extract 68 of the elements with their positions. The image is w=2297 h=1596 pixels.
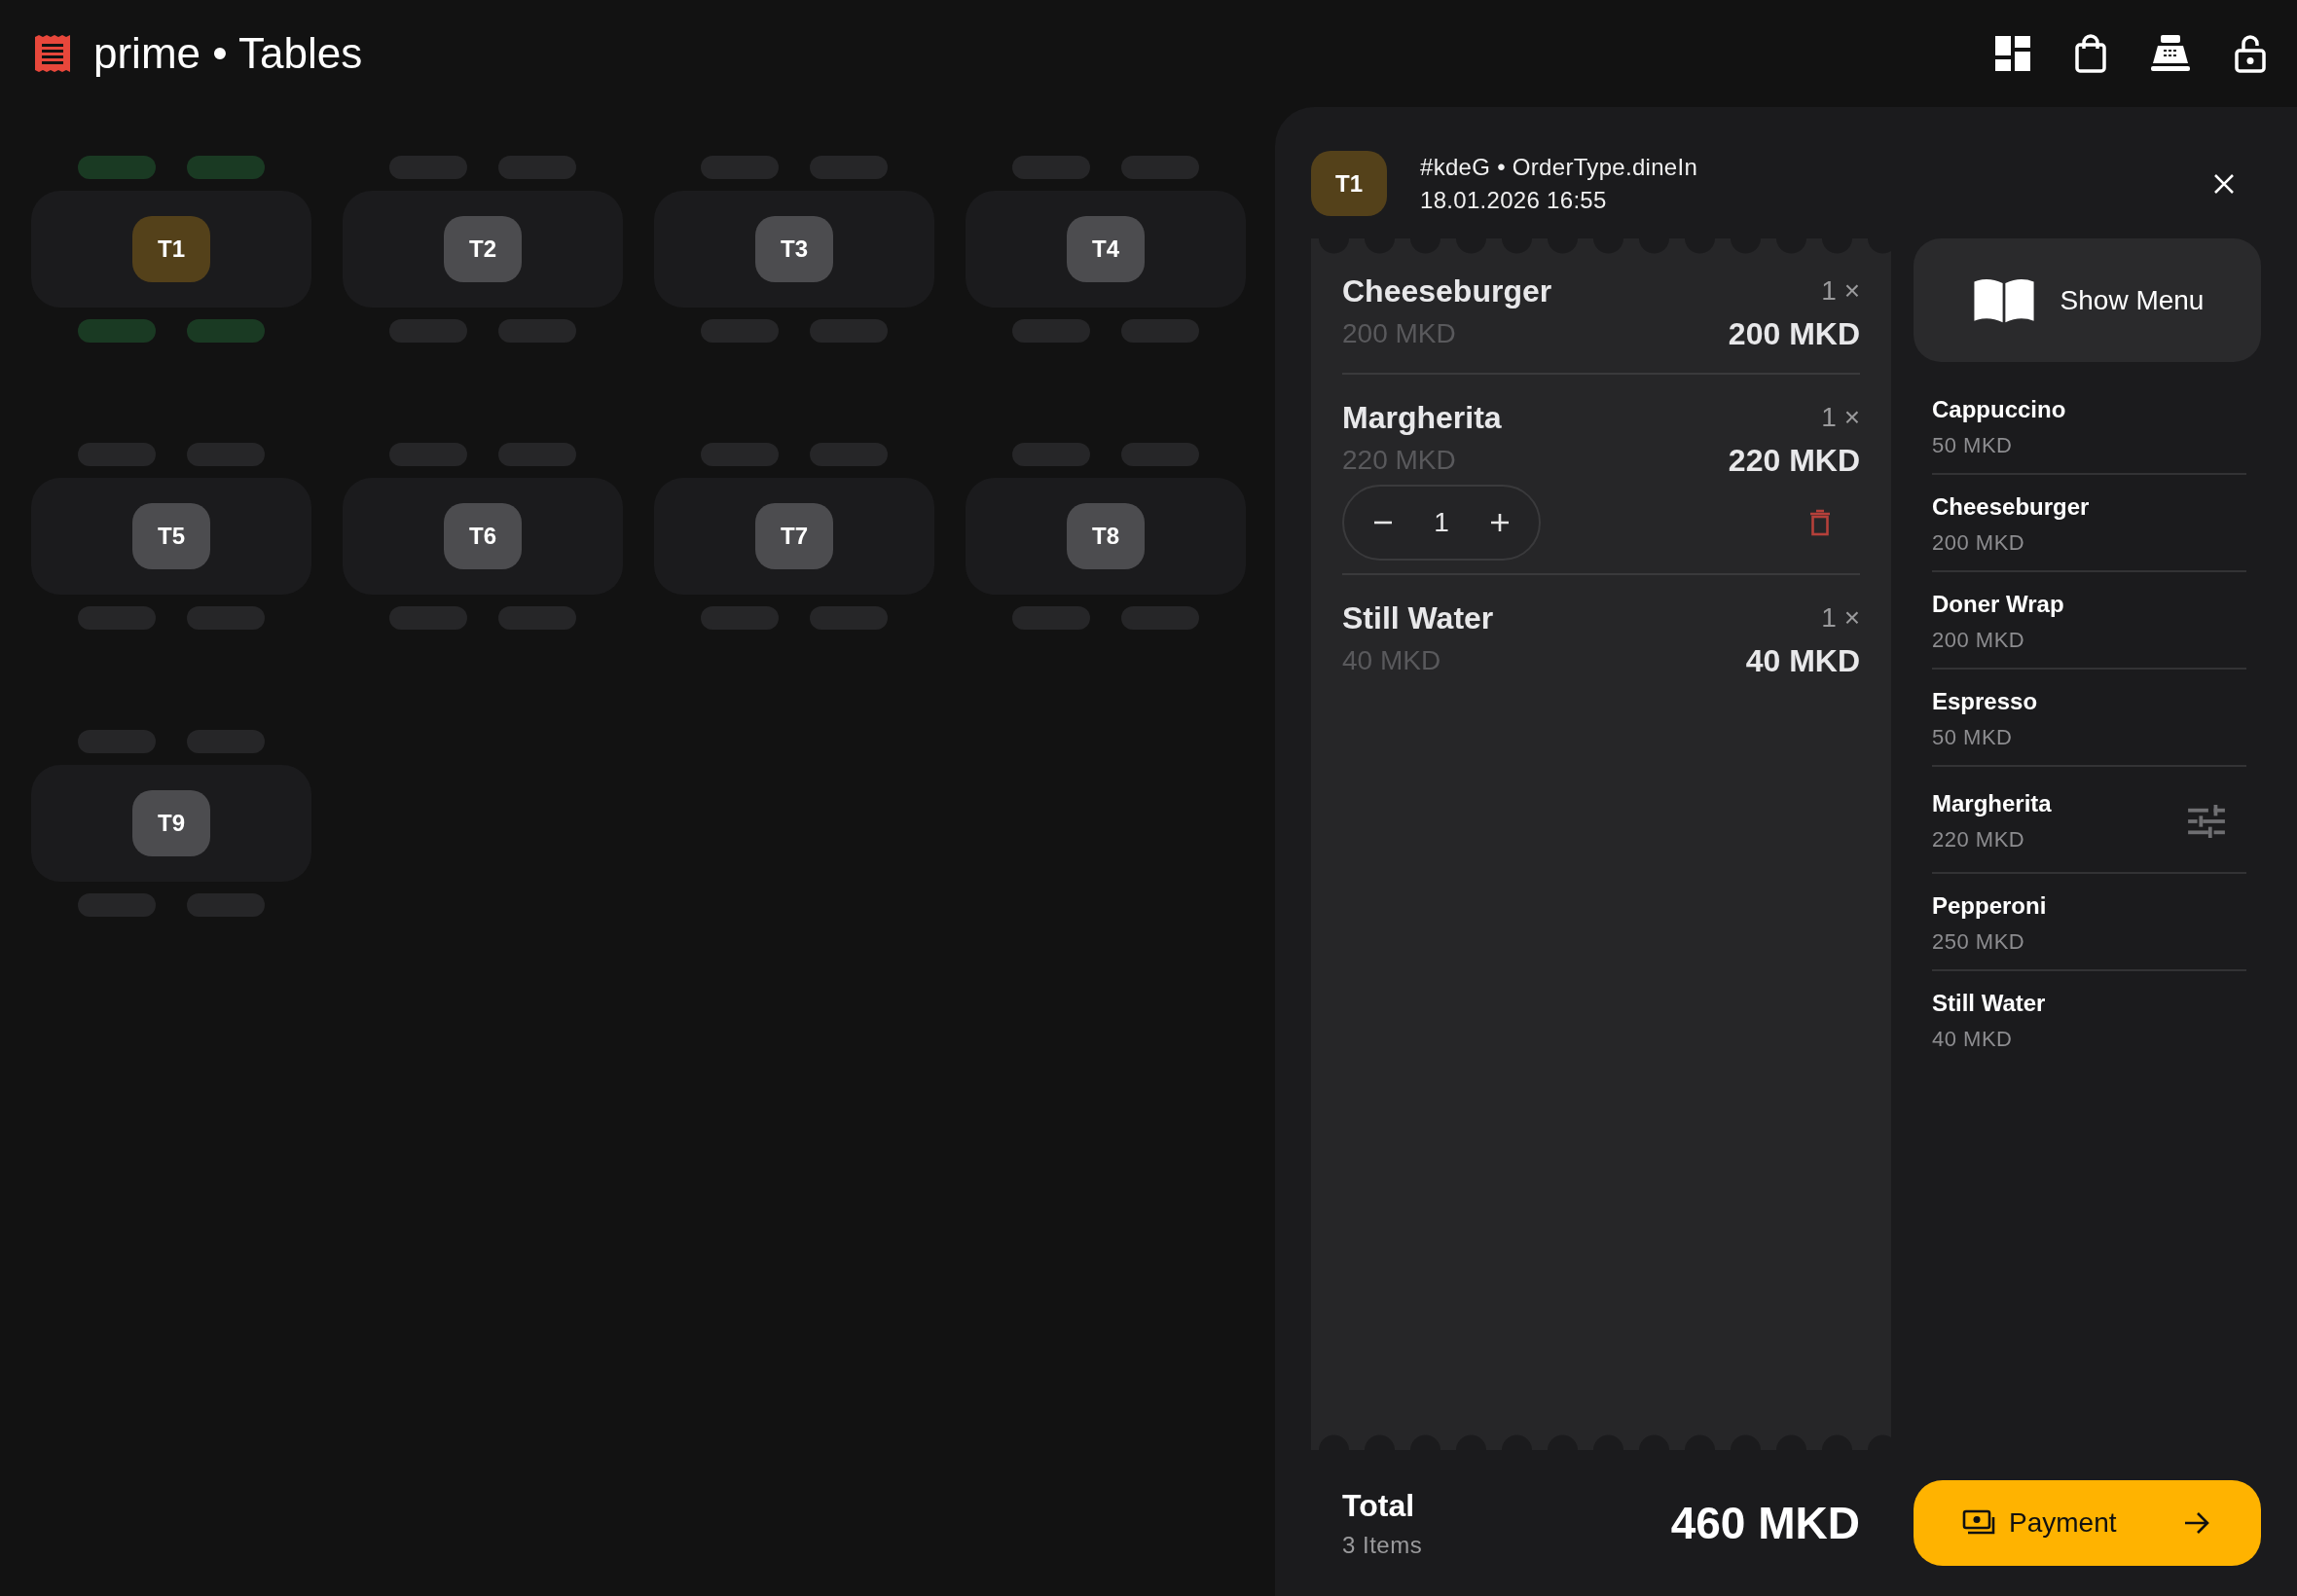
menu-item-name: Espresso — [1932, 688, 2038, 715]
table-badge: T8 — [1067, 503, 1145, 569]
total-label: Total — [1342, 1487, 1416, 1524]
menu-item-name: Pepperoni — [1932, 892, 2047, 920]
table-card[interactable]: T5 — [31, 478, 311, 595]
table-badge: T5 — [132, 503, 210, 569]
table-card[interactable]: T1 — [31, 191, 311, 308]
sliders-icon[interactable] — [2188, 805, 2225, 838]
table-card[interactable]: T4 — [966, 191, 1246, 308]
show-menu-button[interactable]: Show Menu — [1914, 238, 2261, 362]
table-card[interactable]: T2 — [343, 191, 623, 308]
menu-item[interactable]: Cappuccino 50 MKD — [1932, 378, 2246, 475]
table-badge: T7 — [755, 503, 833, 569]
app-title: prime • Tables — [93, 29, 363, 78]
item-name: Still Water — [1342, 599, 1494, 636]
item-quantity: 1 × — [1821, 275, 1860, 307]
plus-icon[interactable] — [1488, 511, 1512, 534]
receipt-icon — [35, 35, 70, 72]
menu-item-name: Margherita — [1932, 790, 2052, 817]
table-card[interactable]: T8 — [966, 478, 1246, 595]
table-badge: T9 — [132, 790, 210, 856]
order-timestamp: 18.01.2026 16:55 — [1420, 186, 1608, 214]
item-quantity: 1 × — [1821, 402, 1860, 433]
menu-item[interactable]: Doner Wrap 200 MKD — [1932, 572, 2246, 670]
menu-item-price: 50 MKD — [1932, 725, 2014, 750]
table-card[interactable]: T9 — [31, 765, 311, 882]
table-badge: T1 — [1311, 151, 1387, 216]
menu-item-price: 40 MKD — [1932, 1027, 2014, 1052]
dashboard-icon[interactable] — [1993, 34, 2032, 73]
menu-item-name: Doner Wrap — [1932, 591, 2064, 618]
menu-item[interactable]: Margherita 220 MKD — [1932, 767, 2246, 874]
menu-item-price: 50 MKD — [1932, 433, 2014, 458]
stepper-value: 1 — [1434, 507, 1449, 538]
arrow-right-icon — [2183, 1511, 2210, 1535]
item-line-total: 200 MKD — [1728, 315, 1860, 352]
menu-item-price: 200 MKD — [1932, 530, 2026, 556]
table-card[interactable]: T7 — [654, 478, 934, 595]
cash-icon — [1962, 1509, 1995, 1537]
table-badge: T3 — [755, 216, 833, 282]
item-name: Cheeseburger — [1342, 272, 1552, 309]
item-line-total: 40 MKD — [1745, 642, 1860, 679]
trash-icon[interactable] — [1809, 509, 1831, 536]
menu-item[interactable]: Pepperoni 250 MKD — [1932, 874, 2246, 971]
table-badge: T2 — [444, 216, 522, 282]
item-line-total: 220 MKD — [1728, 442, 1860, 479]
cash-register-icon[interactable] — [2149, 34, 2192, 73]
item-name: Margherita — [1342, 399, 1502, 436]
quantity-stepper[interactable]: 1 — [1342, 485, 1541, 561]
table-badge: T1 — [132, 216, 210, 282]
close-icon[interactable] — [2212, 171, 2236, 196]
menu-item-name: Cheeseburger — [1932, 493, 2090, 521]
menu-item-price: 250 MKD — [1932, 929, 2026, 955]
menu-item-price: 200 MKD — [1932, 628, 2026, 653]
table-card[interactable]: T3 — [654, 191, 934, 308]
payment-button[interactable]: Payment — [1914, 1480, 2261, 1566]
menu-item[interactable]: Espresso 50 MKD — [1932, 670, 2246, 767]
table-badge: T4 — [1067, 216, 1145, 282]
item-quantity: 1 × — [1821, 602, 1860, 634]
menu-item-name: Still Water — [1932, 990, 2046, 1017]
menu-item-price: 220 MKD — [1932, 827, 2026, 852]
item-count: 3 Items — [1342, 1531, 1423, 1559]
order-info: #kdeG • OrderType.dineIn — [1420, 153, 1699, 181]
menu-item[interactable]: Still Water 40 MKD — [1932, 971, 2246, 1067]
menu-item[interactable]: Cheeseburger 200 MKD — [1932, 475, 2246, 572]
menu-item-name: Cappuccino — [1932, 396, 2066, 423]
table-card[interactable]: T6 — [343, 478, 623, 595]
table-badge: T6 — [444, 503, 522, 569]
total-amount: 460 MKD — [1670, 1497, 1860, 1549]
